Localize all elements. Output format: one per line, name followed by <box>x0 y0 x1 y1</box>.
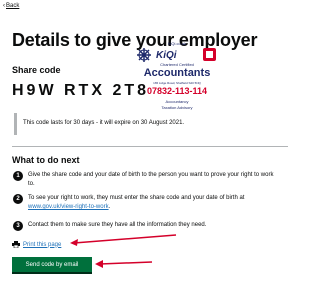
celtic-knot-icon <box>137 48 151 62</box>
share-code-value: H9W RTX 2T8 <box>12 82 150 99</box>
step-number: 1 <box>13 171 23 181</box>
arrow-to-send-button <box>95 260 153 268</box>
validity-text: This code lasts for 30 days - it will ex… <box>23 120 185 126</box>
arrow-to-print-link <box>70 234 177 246</box>
printer-icon <box>12 241 20 248</box>
send-code-by-email-button[interactable]: Send code by email <box>12 257 92 272</box>
step-text: Give the share code and your date of bir… <box>28 172 274 187</box>
step-text-before: To see your right to work, they must ent… <box>28 195 245 201</box>
validity-inset: This code lasts for 30 days - it will ex… <box>14 113 249 135</box>
step-number: 2 <box>13 194 23 204</box>
watermark-phone: 07832-113-114 <box>146 86 208 96</box>
print-page-link[interactable]: Print this page <box>12 241 61 248</box>
step-number: 3 <box>13 221 23 231</box>
badge-icon <box>203 48 216 61</box>
watermark-tagline: Accountancy <box>165 99 189 104</box>
view-right-to-work-link[interactable]: www.gov.uk/view-right-to-work <box>28 204 109 210</box>
print-page-label: Print this page <box>23 241 62 248</box>
back-link-label: Back <box>6 3 20 9</box>
next-steps-heading: What to do next <box>12 155 80 165</box>
step-text: To see your right to work, they must ent… <box>28 194 278 212</box>
step-text: Contact them to make sure they have all … <box>28 222 207 228</box>
watermark-title: Accountants <box>143 67 211 79</box>
watermark-address: 165 Lidge Road, Sheffield S20 5NQ <box>153 81 201 85</box>
chevron-left-icon: ‹ <box>3 3 5 9</box>
watermark-site: KiQi.co.uk <box>167 41 187 46</box>
watermark-name: KiQi <box>156 50 177 61</box>
watermark-tagline-2: Taxation Advisory <box>161 105 193 110</box>
back-link[interactable]: ‹ Back <box>3 3 19 9</box>
watermark-logo: KiQi.co.uk KiQi Chartered Certified Acco… <box>134 41 220 116</box>
share-code-label: Share code <box>12 65 61 75</box>
section-divider <box>12 146 288 147</box>
step-text-after: . <box>108 204 111 210</box>
